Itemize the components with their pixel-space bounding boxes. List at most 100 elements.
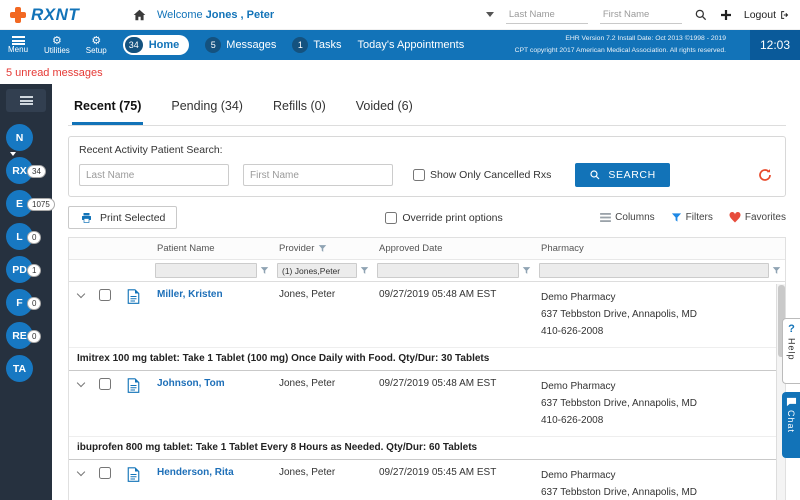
- utilities-gear-icon: ⚙: [52, 36, 62, 46]
- setup-button[interactable]: ⚙ Setup: [86, 36, 107, 55]
- user-name: Jones , Peter: [206, 9, 274, 21]
- sidebar-item-rx[interactable]: RX 34: [0, 157, 52, 190]
- prescription-document-icon[interactable]: [127, 296, 140, 307]
- table-filter-row: [69, 260, 785, 282]
- caret-down-icon: [10, 152, 16, 156]
- chat-tab[interactable]: Chat: [782, 392, 800, 458]
- patient-name-filter-input[interactable]: [155, 263, 257, 278]
- sidebar-item-l[interactable]: L 0: [0, 223, 52, 256]
- funnel-icon: [772, 266, 781, 275]
- home-count-badge: 34: [125, 37, 143, 53]
- refresh-button[interactable]: [757, 167, 773, 183]
- l-count-badge: 0: [27, 231, 41, 244]
- row-checkbox[interactable]: [99, 289, 111, 301]
- prescription-document-icon[interactable]: [127, 474, 140, 485]
- row-checkbox[interactable]: [99, 378, 111, 390]
- col-provider[interactable]: Provider: [273, 238, 373, 260]
- pharmacy-filter-input[interactable]: [539, 263, 769, 278]
- row-expand-chevron-icon[interactable]: [77, 468, 85, 476]
- search-last-name-input[interactable]: [79, 164, 229, 186]
- nav-messages-tab[interactable]: 5 Messages: [205, 37, 276, 53]
- cancelled-rxs-checkbox[interactable]: [413, 169, 425, 181]
- chevron-down-icon[interactable]: [486, 12, 494, 17]
- main-content: Recent (75) Pending (34) Refills (0) Voi…: [52, 84, 800, 500]
- provider-cell: Jones, Peter: [273, 460, 373, 500]
- logout-button[interactable]: Logout: [744, 9, 790, 21]
- top-bar: RXNT WelcomeJones , Peter Logout: [0, 0, 800, 30]
- override-print-options-group: Override print options: [385, 212, 502, 224]
- columns-button[interactable]: Columns: [600, 212, 654, 223]
- search-icon[interactable]: [694, 8, 708, 22]
- search-icon: [589, 169, 601, 181]
- patient-name-link[interactable]: Miller, Kristen: [157, 289, 223, 300]
- patient-name-link[interactable]: Johnson, Tom: [157, 378, 225, 389]
- add-icon[interactable]: [720, 9, 732, 21]
- search-panel-title: Recent Activity Patient Search:: [79, 144, 775, 156]
- re-count-badge: 0: [27, 330, 41, 343]
- funnel-icon: [360, 266, 369, 275]
- sidebar-item-e[interactable]: E 1075: [0, 190, 52, 223]
- row-expand-chevron-icon[interactable]: [77, 290, 85, 298]
- tab-pending[interactable]: Pending (34): [169, 95, 245, 125]
- nav-home-tab[interactable]: 34 Home: [123, 35, 190, 55]
- pd-count-badge: 1: [27, 264, 41, 277]
- tab-voided[interactable]: Voided (6): [354, 95, 415, 125]
- nav-appointments-tab[interactable]: Today's Appointments: [358, 39, 465, 51]
- row-checkbox[interactable]: [99, 467, 111, 479]
- version-info: EHR Version 7.2 Install Date: Oct 2013 ©…: [515, 33, 734, 56]
- search-button[interactable]: SEARCH: [575, 163, 669, 187]
- pharmacy-cell: Demo Pharmacy 637 Tebbston Drive, Annapo…: [535, 460, 785, 500]
- home-icon[interactable]: [132, 8, 147, 22]
- sidebar-item-f[interactable]: F 0: [0, 289, 52, 322]
- messages-count-badge: 5: [205, 37, 221, 53]
- menu-button[interactable]: Menu: [8, 36, 28, 54]
- override-print-checkbox[interactable]: [385, 212, 397, 224]
- tab-recent[interactable]: Recent (75): [72, 95, 143, 125]
- unread-messages-link[interactable]: 5 unread messages: [6, 67, 103, 79]
- sidebar-item-pd[interactable]: PD 1: [0, 256, 52, 289]
- approved-date-cell: 09/27/2019 05:45 AM EST: [373, 460, 535, 500]
- col-approved-date[interactable]: Approved Date: [373, 238, 535, 260]
- cancelled-rxs-checkbox-group: Show Only Cancelled Rxs: [413, 169, 551, 181]
- welcome-text: WelcomeJones , Peter: [157, 9, 274, 21]
- prescription-summary: ibuprofen 800 mg tablet: Take 1 Tablet E…: [69, 437, 785, 460]
- e-count-badge: 1075: [27, 198, 55, 211]
- refresh-icon: [757, 167, 773, 183]
- sidebar-item-n[interactable]: N: [0, 124, 52, 157]
- chat-bubble-icon: [786, 397, 797, 407]
- columns-icon: [600, 213, 611, 222]
- table-row: Johnson, Tom Jones, Peter 09/27/2019 05:…: [69, 371, 785, 437]
- left-sidebar: N RX 34 E 1075 L 0 PD 1 F 0 RE 0 TA: [0, 84, 52, 500]
- favorites-button[interactable]: Favorites: [729, 212, 786, 223]
- pharmacy-cell: Demo Pharmacy 637 Tebbston Drive, Annapo…: [535, 282, 785, 348]
- sidebar-item-ta[interactable]: TA: [0, 355, 52, 388]
- rxnt-app-window: RXNT WelcomeJones , Peter Logout: [0, 0, 800, 500]
- help-tab[interactable]: ? Help: [782, 318, 800, 384]
- filters-button[interactable]: Filters: [671, 212, 713, 223]
- tab-refills[interactable]: Refills (0): [271, 95, 328, 125]
- provider-cell: Jones, Peter: [273, 282, 373, 348]
- patient-first-name-input[interactable]: [600, 6, 682, 24]
- print-selected-button[interactable]: Print Selected: [68, 206, 177, 229]
- approved-date-filter-input[interactable]: [377, 263, 519, 278]
- sidebar-item-re[interactable]: RE 0: [0, 322, 52, 355]
- row-expand-chevron-icon[interactable]: [77, 379, 85, 387]
- col-patient-name[interactable]: Patient Name: [151, 238, 273, 260]
- patient-last-name-input[interactable]: [506, 6, 588, 24]
- sidebar-collapse-button[interactable]: [6, 89, 46, 112]
- table-toolbar: Print Selected Override print options Co…: [68, 206, 786, 229]
- prescription-document-icon[interactable]: [127, 385, 140, 396]
- rx-count-badge: 34: [27, 165, 46, 178]
- col-pharmacy[interactable]: Pharmacy: [535, 238, 785, 260]
- brand-name: RXNT: [31, 5, 79, 25]
- prescription-summary-row: Imitrex 100 mg tablet: Take 1 Tablet (10…: [69, 348, 785, 371]
- provider-filter-input[interactable]: [277, 263, 357, 278]
- search-first-name-input[interactable]: [243, 164, 393, 186]
- table-header-row: Patient Name Provider Approved Date Phar…: [69, 238, 785, 260]
- heart-icon: [729, 212, 741, 223]
- rxnt-logo: RXNT: [10, 5, 106, 25]
- patient-name-link[interactable]: Henderson, Rita: [157, 467, 234, 478]
- nav-tasks-tab[interactable]: 1 Tasks: [292, 37, 341, 53]
- question-mark-icon: ?: [788, 324, 795, 335]
- utilities-button[interactable]: ⚙ Utilities: [44, 36, 70, 55]
